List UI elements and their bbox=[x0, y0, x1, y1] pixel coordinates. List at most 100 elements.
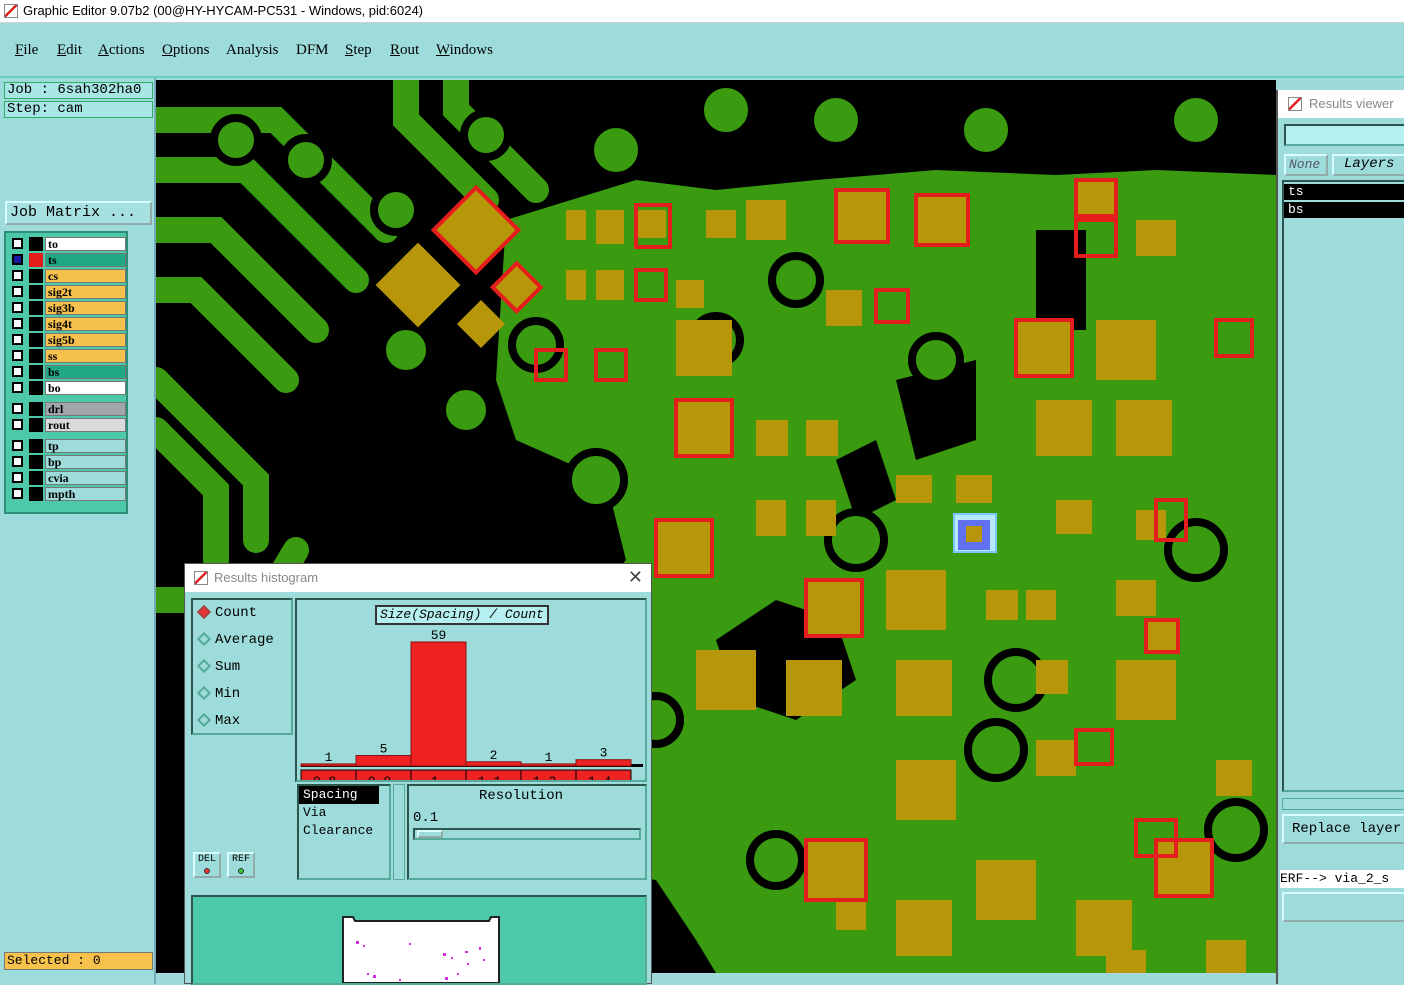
layer-affected-swatch[interactable] bbox=[29, 418, 43, 432]
layer-checkbox[interactable] bbox=[12, 286, 23, 297]
layer-affected-swatch[interactable] bbox=[29, 253, 43, 267]
resolution-slider[interactable] bbox=[413, 828, 641, 840]
layer-checkbox[interactable] bbox=[12, 302, 23, 313]
layer-name[interactable]: ss bbox=[45, 349, 126, 363]
job-matrix-button[interactable]: Job Matrix ... bbox=[5, 201, 152, 225]
none-button[interactable]: None bbox=[1284, 154, 1328, 176]
check-type-item[interactable]: Via bbox=[299, 804, 389, 822]
layer-name[interactable]: rout bbox=[45, 418, 126, 432]
replace-layer-button[interactable]: Replace layer bbox=[1282, 814, 1404, 844]
layer-affected-swatch[interactable] bbox=[29, 381, 43, 395]
menu-item[interactable]: Rout bbox=[390, 42, 419, 59]
layer-checkbox[interactable] bbox=[12, 238, 23, 249]
results-histogram-window: Results histogram ✕ Count Average Sum Min Ma… bbox=[184, 563, 652, 985]
layer-affected-swatch[interactable] bbox=[29, 349, 43, 363]
layer-row-ts[interactable]: ts bbox=[9, 253, 126, 267]
close-icon[interactable]: ✕ bbox=[628, 567, 643, 588]
layer-affected-swatch[interactable] bbox=[29, 237, 43, 251]
layer-name[interactable]: sig3b bbox=[45, 301, 126, 315]
layer-affected-swatch[interactable] bbox=[29, 439, 43, 453]
layer-row-ss[interactable]: ss bbox=[9, 349, 126, 363]
menu-bar: File Edit Actions Options Analysis DFM Step Rou… bbox=[0, 23, 1404, 78]
mode-radio-max[interactable]: Max bbox=[196, 712, 240, 730]
layer-name[interactable]: to bbox=[45, 237, 126, 251]
layer-row-mpth[interactable]: mpth bbox=[9, 487, 126, 501]
results-search-field[interactable] bbox=[1284, 124, 1404, 146]
layer-affected-swatch[interactable] bbox=[29, 455, 43, 469]
layer-checkbox[interactable] bbox=[12, 419, 23, 430]
results-action-button[interactable] bbox=[1282, 892, 1404, 922]
menu-item[interactable]: Analysis bbox=[226, 42, 279, 59]
layer-checkbox[interactable] bbox=[12, 382, 23, 393]
layer-name[interactable]: bs bbox=[45, 365, 126, 379]
layers-tab[interactable]: Layers bbox=[1332, 154, 1404, 176]
layer-name[interactable]: tp bbox=[45, 439, 126, 453]
mode-radio-min[interactable]: Min bbox=[196, 685, 240, 703]
results-layer-item[interactable]: bs bbox=[1284, 202, 1404, 218]
mode-radio-count[interactable]: Count bbox=[196, 604, 257, 622]
layer-row-sig5b[interactable]: sig5b bbox=[9, 333, 126, 347]
layer-checkbox[interactable] bbox=[12, 350, 23, 361]
layer-checkbox[interactable] bbox=[12, 440, 23, 451]
layer-row-sig4t[interactable]: sig4t bbox=[9, 317, 126, 331]
menu-item[interactable]: DFM bbox=[296, 42, 329, 59]
menu-item[interactable]: Windows bbox=[436, 42, 493, 59]
layer-row-sig2t[interactable]: sig2t bbox=[9, 285, 126, 299]
layer-name[interactable]: sig5b bbox=[45, 333, 126, 347]
menu-item[interactable]: Options bbox=[162, 42, 210, 59]
layer-checkbox[interactable] bbox=[12, 488, 23, 499]
results-scrollbar[interactable] bbox=[1282, 798, 1404, 810]
layer-name[interactable]: mpth bbox=[45, 487, 126, 501]
layer-name[interactable]: cs bbox=[45, 269, 126, 283]
del-button[interactable]: DEL bbox=[193, 852, 221, 878]
resolution-slider-handle[interactable] bbox=[417, 830, 443, 838]
layer-row-bp[interactable]: bp bbox=[9, 455, 126, 469]
layer-affected-swatch[interactable] bbox=[29, 317, 43, 331]
selected-count: Selected : 0 bbox=[4, 952, 153, 970]
layer-row-to[interactable]: to bbox=[9, 237, 126, 251]
layer-name[interactable]: drl bbox=[45, 402, 126, 416]
check-type-item[interactable]: Clearance bbox=[299, 822, 389, 840]
layer-row-cvia[interactable]: cvia bbox=[9, 471, 126, 485]
layer-row-drl[interactable]: drl bbox=[9, 402, 126, 416]
layer-affected-swatch[interactable] bbox=[29, 402, 43, 416]
layer-affected-swatch[interactable] bbox=[29, 269, 43, 283]
layer-checkbox[interactable] bbox=[12, 334, 23, 345]
menu-item[interactable]: Step bbox=[345, 42, 372, 59]
layer-name[interactable]: cvia bbox=[45, 471, 126, 485]
mode-radio-sum[interactable]: Sum bbox=[196, 658, 240, 676]
layer-affected-swatch[interactable] bbox=[29, 471, 43, 485]
results-layer-item[interactable]: ts bbox=[1284, 184, 1404, 200]
layer-checkbox[interactable] bbox=[12, 403, 23, 414]
layer-checkbox[interactable] bbox=[12, 270, 23, 281]
menu-item[interactable]: Actions bbox=[98, 42, 145, 59]
layer-affected-swatch[interactable] bbox=[29, 285, 43, 299]
check-type-item[interactable]: Spacing bbox=[299, 786, 379, 804]
layer-row-rout[interactable]: rout bbox=[9, 418, 126, 432]
layer-affected-swatch[interactable] bbox=[29, 365, 43, 379]
layer-checkbox[interactable] bbox=[12, 318, 23, 329]
board-thumbnail[interactable] bbox=[191, 895, 647, 985]
layer-row-bs[interactable]: bs bbox=[9, 365, 126, 379]
layer-checkbox[interactable] bbox=[12, 472, 23, 483]
layer-name[interactable]: bp bbox=[45, 455, 126, 469]
layer-row-tp[interactable]: tp bbox=[9, 439, 126, 453]
layer-affected-swatch[interactable] bbox=[29, 487, 43, 501]
layer-row-cs[interactable]: cs bbox=[9, 269, 126, 283]
layer-checkbox[interactable] bbox=[12, 366, 23, 377]
layer-name[interactable]: sig4t bbox=[45, 317, 126, 331]
layer-name[interactable]: ts bbox=[45, 253, 126, 267]
menu-item[interactable]: Edit bbox=[57, 42, 82, 59]
layer-name[interactable]: bo bbox=[45, 381, 126, 395]
layer-affected-swatch[interactable] bbox=[29, 301, 43, 315]
layer-affected-swatch[interactable] bbox=[29, 333, 43, 347]
list-scrollbar[interactable] bbox=[393, 784, 405, 880]
layer-row-bo[interactable]: bo bbox=[9, 381, 126, 395]
menu-item[interactable]: File bbox=[15, 42, 38, 59]
layer-checkbox[interactable] bbox=[12, 254, 23, 265]
layer-checkbox[interactable] bbox=[12, 456, 23, 467]
ref-button[interactable]: REF bbox=[227, 852, 255, 878]
mode-radio-average[interactable]: Average bbox=[196, 631, 274, 649]
layer-row-sig3b[interactable]: sig3b bbox=[9, 301, 126, 315]
layer-name[interactable]: sig2t bbox=[45, 285, 126, 299]
